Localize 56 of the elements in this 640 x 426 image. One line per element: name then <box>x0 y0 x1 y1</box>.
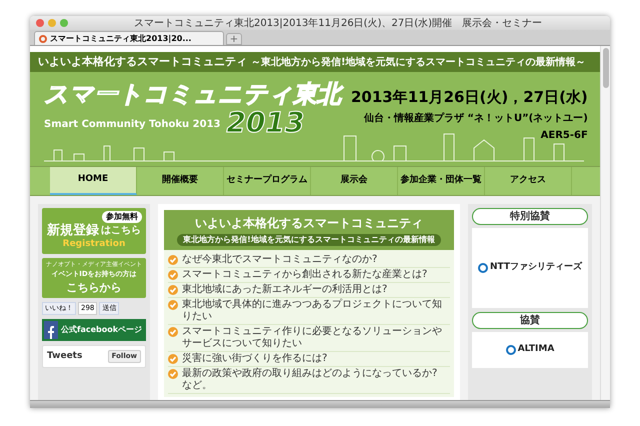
venue: 仙台・情報産業プラザ “ネ！ットU”(ネットユー) <box>364 111 588 126</box>
feature-item: 災害に強い街づくりを作るには? <box>182 353 328 365</box>
check-icon <box>168 354 178 364</box>
check-icon <box>168 300 178 310</box>
event-date: 2013年11月26日(火)，27日(水) <box>351 87 588 108</box>
logo-subtitle: Smart Community Tohoku 2013 <box>44 118 220 132</box>
sponsor-name: NTTファシリティーズ <box>490 261 582 274</box>
nav-tab[interactable]: アクセス <box>485 167 572 195</box>
scrollbar-thumb[interactable] <box>602 48 608 88</box>
browser-tab[interactable]: スマートコミュニティ東北2013|20... <box>34 31 224 45</box>
register-banner[interactable]: 参加無料 新規登録 はこちら Registration <box>42 208 146 254</box>
sponsor-logo[interactable]: NTTファシリティーズ <box>472 228 588 308</box>
minimize-icon[interactable] <box>48 19 56 27</box>
logo-year: 2013 <box>226 108 304 138</box>
close-icon[interactable] <box>36 19 44 27</box>
check-icon <box>168 369 178 379</box>
tagline-subtitle: ～東北地方から発信!地域を元気にするスマートコミュニティの最新情報～ <box>251 55 586 70</box>
logo-icon <box>506 345 516 355</box>
free-badge: 参加無料 <box>102 211 142 223</box>
tab-title: スマートコミュニティ東北2013|20... <box>50 32 192 44</box>
nav-tab[interactable]: セミナープログラム <box>224 167 311 195</box>
nav-tab[interactable]: HOME <box>50 167 137 195</box>
check-icon <box>168 285 178 295</box>
register-title: 新規登録 <box>47 222 99 238</box>
feature-item: スマートコミュニティから創出される新たな産業とは? <box>182 269 428 281</box>
feature-item: スマートコミュニティ作りに必要となるソリューションやサービスについて知りたい <box>182 326 443 350</box>
tagline: いよいよ本格化するスマートコミュニティ <box>38 54 247 70</box>
facebook-page-button[interactable]: 公式facebookページ <box>42 318 146 340</box>
facebook-icon <box>44 320 58 338</box>
feature-item: 最新の政策や政府の取り組みはどのようになっているか? など。 <box>182 368 438 392</box>
feature-item: 東北地域で具体的に進みつつあるプロジェクトについて知りたい <box>182 299 443 323</box>
sponsor-heading: 協賛 <box>472 312 588 329</box>
check-icon <box>168 270 178 280</box>
zoom-icon[interactable] <box>60 19 68 27</box>
logo-title: スマートコミュニティ東北 <box>44 80 341 108</box>
feature-title: いよいよ本格化するスマートコミュニティ <box>195 215 423 232</box>
nav-tab[interactable]: 展示会 <box>311 167 398 195</box>
globe-icon <box>39 34 47 42</box>
sponsor-name: ALTIMA <box>518 343 554 356</box>
event-id-link: こちらから <box>66 280 122 296</box>
feature-item: なぜ今東北でスマートコミュニティなのか? <box>182 254 378 266</box>
nav-tab[interactable]: 開催概要 <box>137 167 224 195</box>
window-title: スマートコミュニティ東北2013|2013年11月26日(火)、27日(水)開催 展示会・セミナー <box>132 16 544 30</box>
feature-item: 東北地域にあった新エネルギーの利活用とは? <box>182 284 388 296</box>
logo-icon <box>478 263 488 273</box>
new-tab-button[interactable]: + <box>226 33 242 45</box>
nav-tab[interactable]: 参加企業・団体一覧 <box>398 167 485 195</box>
register-suffix: はこちら <box>101 224 141 238</box>
check-icon <box>168 327 178 337</box>
venue-room: AER5-6F <box>540 128 588 142</box>
feature-subtitle: 東北地方から発信!地域を元気にするスマートコミュニティの最新情報 <box>177 234 441 246</box>
sponsor-heading: 特別協賛 <box>472 208 588 225</box>
sponsor-logo[interactable]: ALTIMA <box>472 332 588 368</box>
tweets-title: Tweets <box>47 350 82 362</box>
registration-label: Registration <box>62 238 126 250</box>
check-icon <box>168 255 178 265</box>
